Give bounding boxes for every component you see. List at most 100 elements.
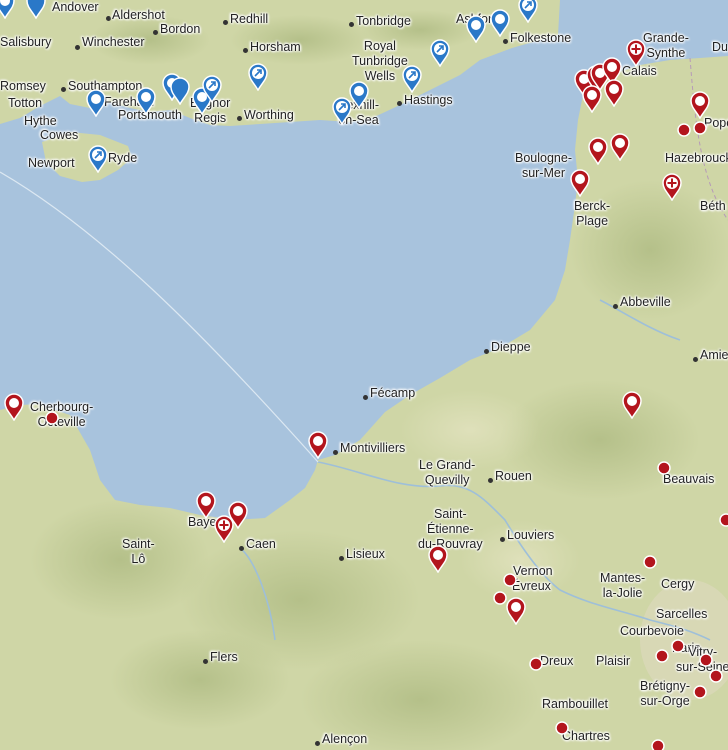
france-location-pin-icon[interactable] — [698, 652, 714, 668]
france-location-pin-icon[interactable] — [650, 738, 666, 750]
place-label-totton: Totton — [8, 96, 43, 110]
place-label-dunkerque: Du — [712, 40, 728, 54]
place-label-folkestone: Folkestone — [510, 31, 572, 45]
france-location-pin-icon[interactable] — [528, 656, 544, 672]
place-dot-caen — [239, 546, 244, 551]
uk-arrow-badge-pin-icon[interactable] — [429, 39, 451, 67]
place-label-boulogne: Boulogne- sur-Mer — [515, 151, 572, 180]
place-label-romsey: Romsey — [0, 79, 46, 93]
france-location-pin-icon[interactable] — [642, 554, 658, 570]
place-label-dreux: Dreux — [540, 654, 574, 668]
place-label-berck: Berck- Plage — [574, 199, 611, 228]
place-label-redhill: Redhill — [230, 12, 269, 26]
place-label-rambouillet: Rambouillet — [542, 697, 609, 711]
france-location-pin-icon[interactable] — [656, 460, 672, 476]
france-location-pin-icon[interactable] — [676, 122, 692, 138]
france-location-pin-icon[interactable] — [569, 169, 591, 197]
france-location-pin-icon[interactable] — [708, 668, 724, 684]
place-label-saint-lo: Saint- Lô — [122, 537, 155, 566]
place-dot-hastings — [397, 101, 402, 106]
place-label-amiens: Amie — [700, 348, 728, 362]
france-location-pin-icon[interactable] — [670, 638, 686, 654]
uk-location-pin-icon[interactable] — [25, 0, 47, 19]
place-label-flers: Flers — [210, 650, 238, 664]
france-location-pin-icon[interactable] — [427, 545, 449, 573]
uk-location-pin-icon[interactable] — [489, 9, 511, 37]
place-dot-abbeville — [613, 304, 618, 309]
uk-location-pin-icon[interactable] — [0, 0, 16, 19]
place-label-cowes: Cowes — [40, 128, 79, 142]
place-label-caen: Caen — [246, 537, 276, 551]
uk-arrow-badge-pin-icon[interactable] — [331, 97, 353, 125]
france-location-pin-icon[interactable] — [718, 512, 728, 528]
france-location-pin-icon[interactable] — [307, 431, 329, 459]
place-label-rouen: Rouen — [495, 469, 532, 483]
place-label-abbeville: Abbeville — [620, 295, 671, 309]
uk-arrow-badge-pin-icon[interactable] — [401, 65, 423, 93]
place-label-alencon: Alençon — [322, 732, 368, 746]
france-location-pin-icon[interactable] — [692, 684, 708, 700]
place-label-aldershot: Aldershot — [112, 8, 165, 22]
place-label-vernon: Vernon — [513, 564, 553, 578]
france-location-pin-icon[interactable] — [554, 720, 570, 736]
france-location-pin-icon[interactable] — [3, 393, 25, 421]
place-label-le-grand-quevilly: Le Grand- Quevilly — [419, 458, 476, 487]
place-dot-montivilliers — [333, 450, 338, 455]
france-location-pin-icon[interactable] — [689, 91, 711, 119]
uk-location-pin-icon[interactable] — [169, 77, 191, 105]
france-location-pin-icon[interactable] — [609, 133, 631, 161]
uk-location-pin-icon[interactable] — [85, 89, 107, 117]
france-location-pin-icon[interactable] — [654, 648, 670, 664]
uk-arrow-badge-pin-icon[interactable] — [247, 63, 269, 91]
place-label-horsham: Horsham — [250, 40, 301, 54]
france-location-pin-icon[interactable] — [603, 79, 625, 107]
place-dot-alencon — [315, 741, 320, 746]
uk-arrow-badge-pin-icon[interactable] — [87, 145, 109, 173]
place-dot-flers — [203, 659, 208, 664]
uk-location-pin-icon[interactable] — [465, 15, 487, 43]
place-label-winchester: Winchester — [82, 35, 145, 49]
place-dot-folkestone — [503, 39, 508, 44]
place-dot-lisieux — [339, 556, 344, 561]
place-label-fecamp: Fécamp — [370, 386, 416, 400]
place-dot-horsham — [243, 48, 248, 53]
france-cross-badge-pin-icon[interactable] — [213, 515, 235, 543]
france-cross-badge-pin-icon[interactable] — [661, 173, 683, 201]
uk-arrow-badge-pin-icon[interactable] — [517, 0, 539, 23]
place-label-hastings: Hastings — [404, 93, 453, 107]
place-label-tonbridge: Tonbridge — [356, 14, 411, 28]
map-canvas[interactable]: Andover Aldershot Salisbury Winchester Bordo… — [0, 0, 728, 750]
place-label-royal-tunbridge-wells: Royal Tunbridge Wells — [352, 39, 408, 83]
place-label-newport: Newport — [28, 156, 75, 170]
place-label-plaisir: Plaisir — [596, 654, 631, 668]
place-label-bordon: Bordon — [160, 22, 201, 36]
place-label-sarcelles: Sarcelles — [656, 607, 708, 621]
place-label-bethune: Béth — [700, 199, 726, 213]
place-dot-louviers — [500, 537, 505, 542]
france-location-pin-icon[interactable] — [502, 572, 518, 588]
uk-location-pin-icon[interactable] — [135, 87, 157, 115]
place-dot-bordon — [153, 30, 158, 35]
place-label-cherbourg: Cherbourg- Octeville — [30, 400, 94, 429]
france-location-pin-icon[interactable] — [44, 410, 60, 426]
place-label-montivilliers: Montivilliers — [340, 441, 406, 455]
place-label-salisbury: Salisbury — [0, 35, 52, 49]
place-label-hythe: Hythe — [24, 114, 57, 128]
france-location-pin-icon[interactable] — [621, 391, 643, 419]
france-location-pin-icon[interactable] — [505, 597, 527, 625]
place-label-worthing: Worthing — [244, 108, 294, 122]
france-location-pin-icon[interactable] — [692, 120, 708, 136]
france-cross-badge-pin-icon[interactable] — [625, 39, 647, 67]
place-label-courbevoie: Courbevoie — [620, 624, 684, 638]
place-label-dieppe: Dieppe — [491, 340, 531, 354]
place-label-mantes: Mantes- la-Jolie — [600, 571, 646, 600]
france-location-pin-icon[interactable] — [587, 137, 609, 165]
place-dot-aldershot — [106, 16, 111, 21]
place-dot-amiens — [693, 357, 698, 362]
place-dot-winchester — [75, 45, 80, 50]
place-dot-tonbridge — [349, 22, 354, 27]
place-dot-dieppe — [484, 349, 489, 354]
place-dot-rouen — [488, 478, 493, 483]
uk-arrow-badge-pin-icon[interactable] — [201, 75, 223, 103]
place-label-lisieux: Lisieux — [346, 547, 385, 561]
